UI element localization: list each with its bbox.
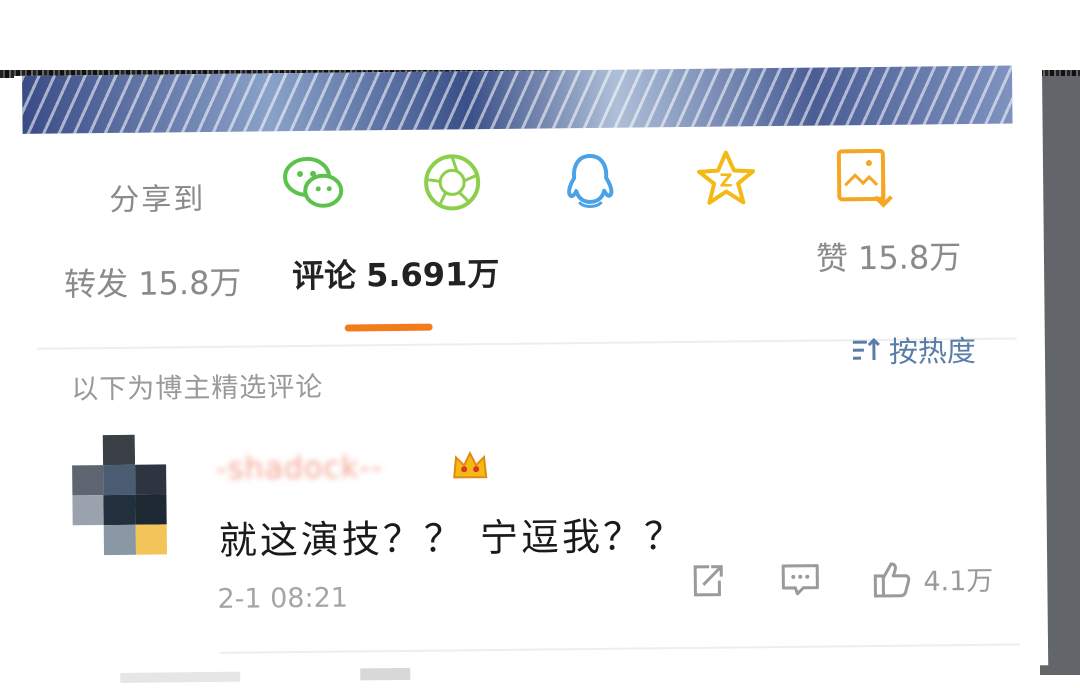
svg-text:Z: Z <box>719 170 732 191</box>
sort-icon <box>851 336 881 364</box>
tab-comments[interactable]: 评论 5.691万 <box>292 249 500 297</box>
like-count: 15.8万 <box>858 238 962 277</box>
share-label: 分享到 <box>109 174 205 219</box>
repost-label: 转发 <box>64 265 128 304</box>
sort-by-heat-button[interactable]: 按热度 <box>851 328 976 371</box>
qq-icon[interactable] <box>555 146 626 217</box>
avatar[interactable] <box>72 434 167 555</box>
selected-comments-note: 以下为博主精选评论 <box>71 365 323 407</box>
comment-item: -shadock-- 就这演技？？ 宁逗我？？ 2-1 08:21 <box>18 426 1020 666</box>
save-image-icon[interactable] <box>829 143 900 214</box>
stats-tabs: 转发 15.8万 评论 5.691万 赞 15.8万 <box>16 236 1017 326</box>
comment-bubble-icon <box>779 560 821 600</box>
like-button[interactable]: 4.1万 <box>871 556 993 601</box>
moments-icon[interactable] <box>417 147 488 218</box>
active-tab-indicator <box>345 324 433 332</box>
comment-time: 2-1 08:21 <box>217 583 348 615</box>
thumbs-up-icon <box>871 558 913 600</box>
share-out-icon <box>687 561 727 601</box>
sort-label: 按热度 <box>889 328 976 371</box>
post-image-banner <box>22 66 1013 134</box>
comment-username[interactable]: -shadock-- <box>216 450 383 487</box>
next-comment-peek <box>120 664 420 687</box>
comment-like-count: 4.1万 <box>923 558 993 598</box>
qzone-icon[interactable]: Z <box>691 144 762 215</box>
comment-text: 就这演技？？ 宁逗我？？ <box>219 505 686 565</box>
reply-button[interactable] <box>779 558 821 602</box>
tab-repost[interactable]: 转发 15.8万 <box>64 258 242 306</box>
repost-comment-button[interactable] <box>687 559 727 603</box>
comment-count: 5.691万 <box>366 255 500 294</box>
comment-label: 评论 <box>292 256 356 295</box>
like-label: 赞 <box>816 239 848 277</box>
tab-likes[interactable]: 赞 15.8万 <box>816 232 962 280</box>
share-bar: 分享到 Z <box>15 124 1016 234</box>
crown-icon <box>450 447 490 483</box>
weibo-comment-screen: 分享到 Z <box>14 65 1048 676</box>
repost-count: 15.8万 <box>138 264 242 303</box>
wechat-icon[interactable] <box>279 148 350 219</box>
